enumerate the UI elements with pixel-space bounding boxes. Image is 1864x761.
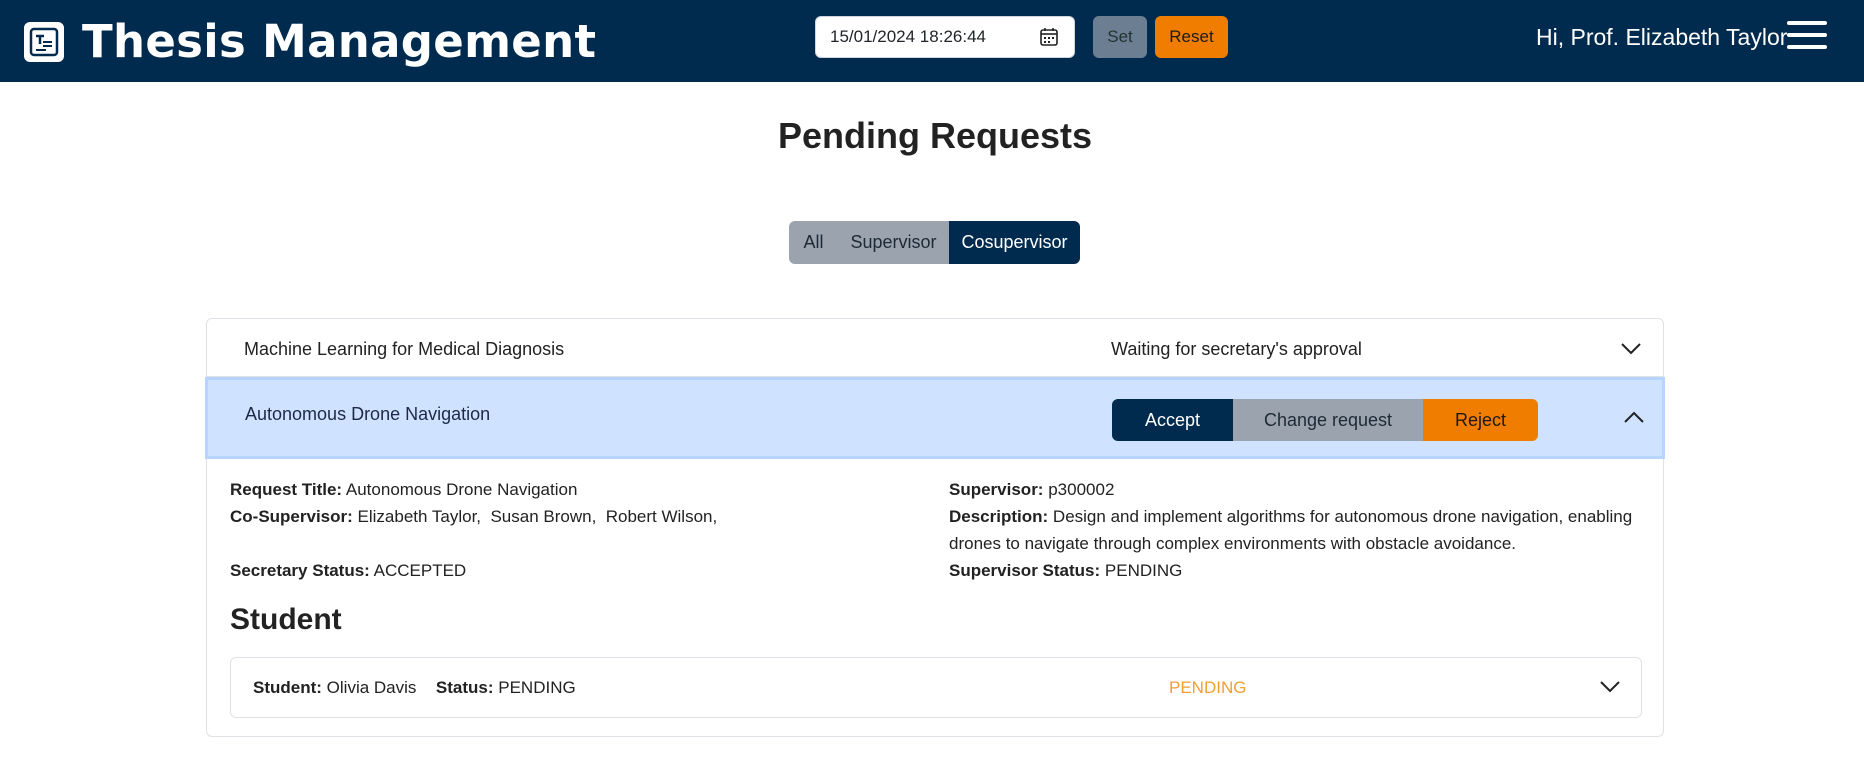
set-button[interactable]: Set (1093, 16, 1147, 58)
chevron-up-icon[interactable] (1623, 410, 1645, 424)
app-title: Thesis Management (82, 15, 597, 68)
request-row[interactable]: Machine Learning for Medical Diagnosis W… (207, 319, 1663, 377)
chevron-down-icon[interactable] (1599, 680, 1621, 694)
date-value: 15/01/2024 18:26:44 (830, 27, 986, 46)
request-status: Waiting for secretary's approval (1111, 339, 1362, 359)
cosupervisor-line: Co-Supervisor: Elizabeth Taylor, Susan B… (230, 507, 718, 526)
request-details-left: Request Title: Autonomous Drone Navigati… (230, 476, 717, 584)
document-icon (24, 21, 64, 62)
user-greeting: Hi, Prof. Elizabeth Taylor (1536, 24, 1788, 50)
student-heading: Student (230, 603, 342, 636)
filter-cosupervisor-button[interactable]: Cosupervisor (949, 221, 1080, 264)
description-line: Description: Design and implement algori… (949, 507, 1633, 553)
change-request-button[interactable]: Change request (1233, 399, 1423, 441)
page-title: Pending Requests (777, 115, 1093, 156)
request-row-expanded[interactable]: Autonomous Drone Navigation Accept Chang… (205, 377, 1665, 459)
hamburger-menu-icon[interactable] (1787, 21, 1827, 53)
requests-accordion: Machine Learning for Medical Diagnosis W… (205, 318, 1665, 737)
student-row[interactable]: Student: Olivia Davis Status: PENDING PE… (230, 657, 1642, 718)
reset-button[interactable]: Reset (1155, 16, 1228, 58)
supervisor-status-line: Supervisor Status: PENDING (949, 561, 1183, 580)
brand[interactable]: Thesis Management (24, 15, 596, 68)
filter-all-button[interactable]: All (789, 221, 838, 264)
request-title: Machine Learning for Medical Diagnosis (244, 339, 565, 359)
supervisor-line: Supervisor: p300002 (949, 480, 1115, 499)
calendar-icon[interactable] (1038, 26, 1060, 48)
request-details-right: Supervisor: p300002 Description: Design … (949, 476, 1649, 584)
filter-supervisor-button[interactable]: Supervisor (838, 221, 949, 264)
student-info: Student: Olivia Davis Status: PENDING (253, 678, 576, 697)
accept-button[interactable]: Accept (1112, 399, 1233, 441)
secretary-status-line: Secretary Status: ACCEPTED (230, 561, 467, 580)
request-title: Autonomous Drone Navigation (245, 404, 491, 424)
role-filter-group: All Supervisor Cosupervisor (789, 221, 1080, 264)
top-navbar: Thesis Management 15/01/2024 18:26:44 Se… (0, 0, 1864, 82)
virtual-clock-input[interactable]: 15/01/2024 18:26:44 (815, 16, 1075, 58)
request-actions: Accept Change request Reject (1112, 399, 1538, 441)
status-badge: PENDING (1169, 678, 1247, 697)
request-title-line: Request Title: Autonomous Drone Navigati… (230, 480, 578, 499)
chevron-down-icon[interactable] (1620, 342, 1642, 356)
reject-button[interactable]: Reject (1423, 399, 1538, 441)
